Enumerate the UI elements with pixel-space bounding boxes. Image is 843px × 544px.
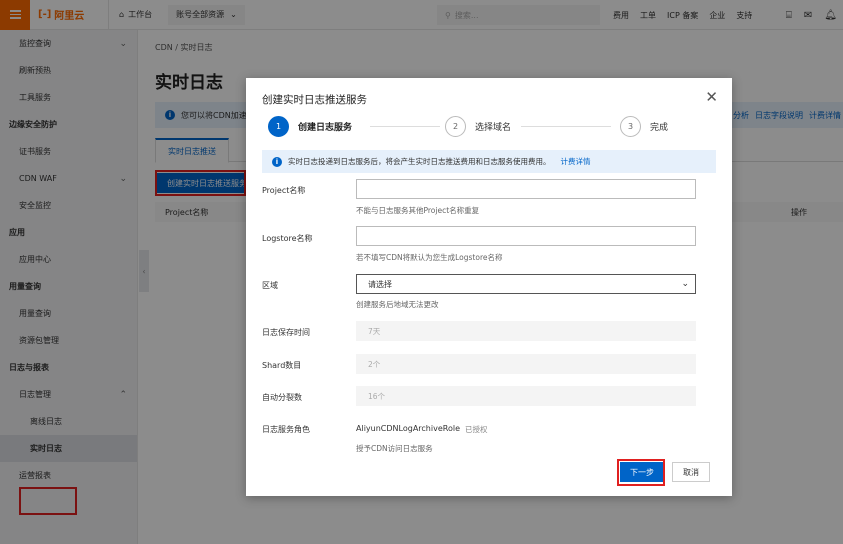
shard-label: Shard数目	[262, 361, 302, 370]
create-service-dialog: 创建实时日志推送服务 ✕ 1 创建日志服务 2 选择域名 3 完成 i 实时日志…	[246, 78, 732, 496]
billing-notice: i 实时日志投递到日志服务后，将会产生实时日志推送费用和日志服务使用费用。 计费…	[262, 150, 716, 173]
step-label: 选择域名	[475, 123, 512, 133]
auto-split-label: 自动分裂数	[262, 393, 302, 402]
highlight-box-next	[617, 459, 665, 486]
logstore-name-help: 若不填写CDN将默认为您生成Logstore名称	[356, 253, 503, 262]
project-name-help: 不能与日志服务其他Project名称重复	[356, 206, 480, 215]
step-connector	[521, 126, 611, 127]
billing-details-link[interactable]: 计费详情	[561, 156, 591, 167]
region-help: 创建服务后地域无法更改	[356, 300, 439, 309]
step-2: 2 选择域名	[445, 116, 511, 137]
retention-value: 7天	[368, 326, 381, 336]
close-icon[interactable]: ✕	[705, 88, 718, 106]
step-1: 1 创建日志服务	[268, 116, 352, 137]
auto-split-value: 16个	[368, 391, 386, 401]
step-number: 3	[620, 116, 641, 137]
step-label: 完成	[650, 123, 669, 133]
button-label: 取消	[683, 467, 699, 477]
service-role-label: 日志服务角色	[262, 425, 310, 434]
step-number: 1	[268, 116, 289, 137]
chevron-down-icon: ⌄	[681, 279, 689, 289]
step-connector	[370, 126, 440, 127]
region-select[interactable]: 请选择 ⌄	[356, 274, 696, 294]
step-number: 2	[445, 116, 466, 137]
service-role-help: 授予CDN访问日志服务	[356, 444, 433, 453]
service-role-status: 已授权	[465, 425, 488, 434]
logstore-name-input[interactable]	[356, 226, 696, 246]
cancel-button[interactable]: 取消	[672, 462, 710, 482]
dialog-title: 创建实时日志推送服务	[262, 94, 367, 106]
step-label: 创建日志服务	[298, 123, 353, 133]
shard-input: 2个	[356, 354, 696, 374]
logstore-name-label: Logstore名称	[262, 234, 313, 243]
service-role-value: AliyunCDNLogArchiveRole	[356, 424, 460, 433]
retention-input: 7天	[356, 321, 696, 341]
shard-value: 2个	[368, 359, 381, 369]
billing-notice-text: 实时日志投递到日志服务后，将会产生实时日志推送费用和日志服务使用费用。	[288, 157, 551, 166]
info-icon: i	[272, 156, 282, 167]
retention-label: 日志保存时间	[262, 328, 310, 337]
project-name-label: Project名称	[262, 186, 306, 195]
region-select-value: 请选择	[368, 279, 392, 289]
auto-split-input: 16个	[356, 386, 696, 406]
step-3: 3 完成	[620, 116, 668, 137]
region-label: 区域	[262, 281, 278, 290]
step-indicator: 1 创建日志服务 2 选择域名 3 完成	[268, 116, 708, 138]
project-name-input[interactable]	[356, 179, 696, 199]
